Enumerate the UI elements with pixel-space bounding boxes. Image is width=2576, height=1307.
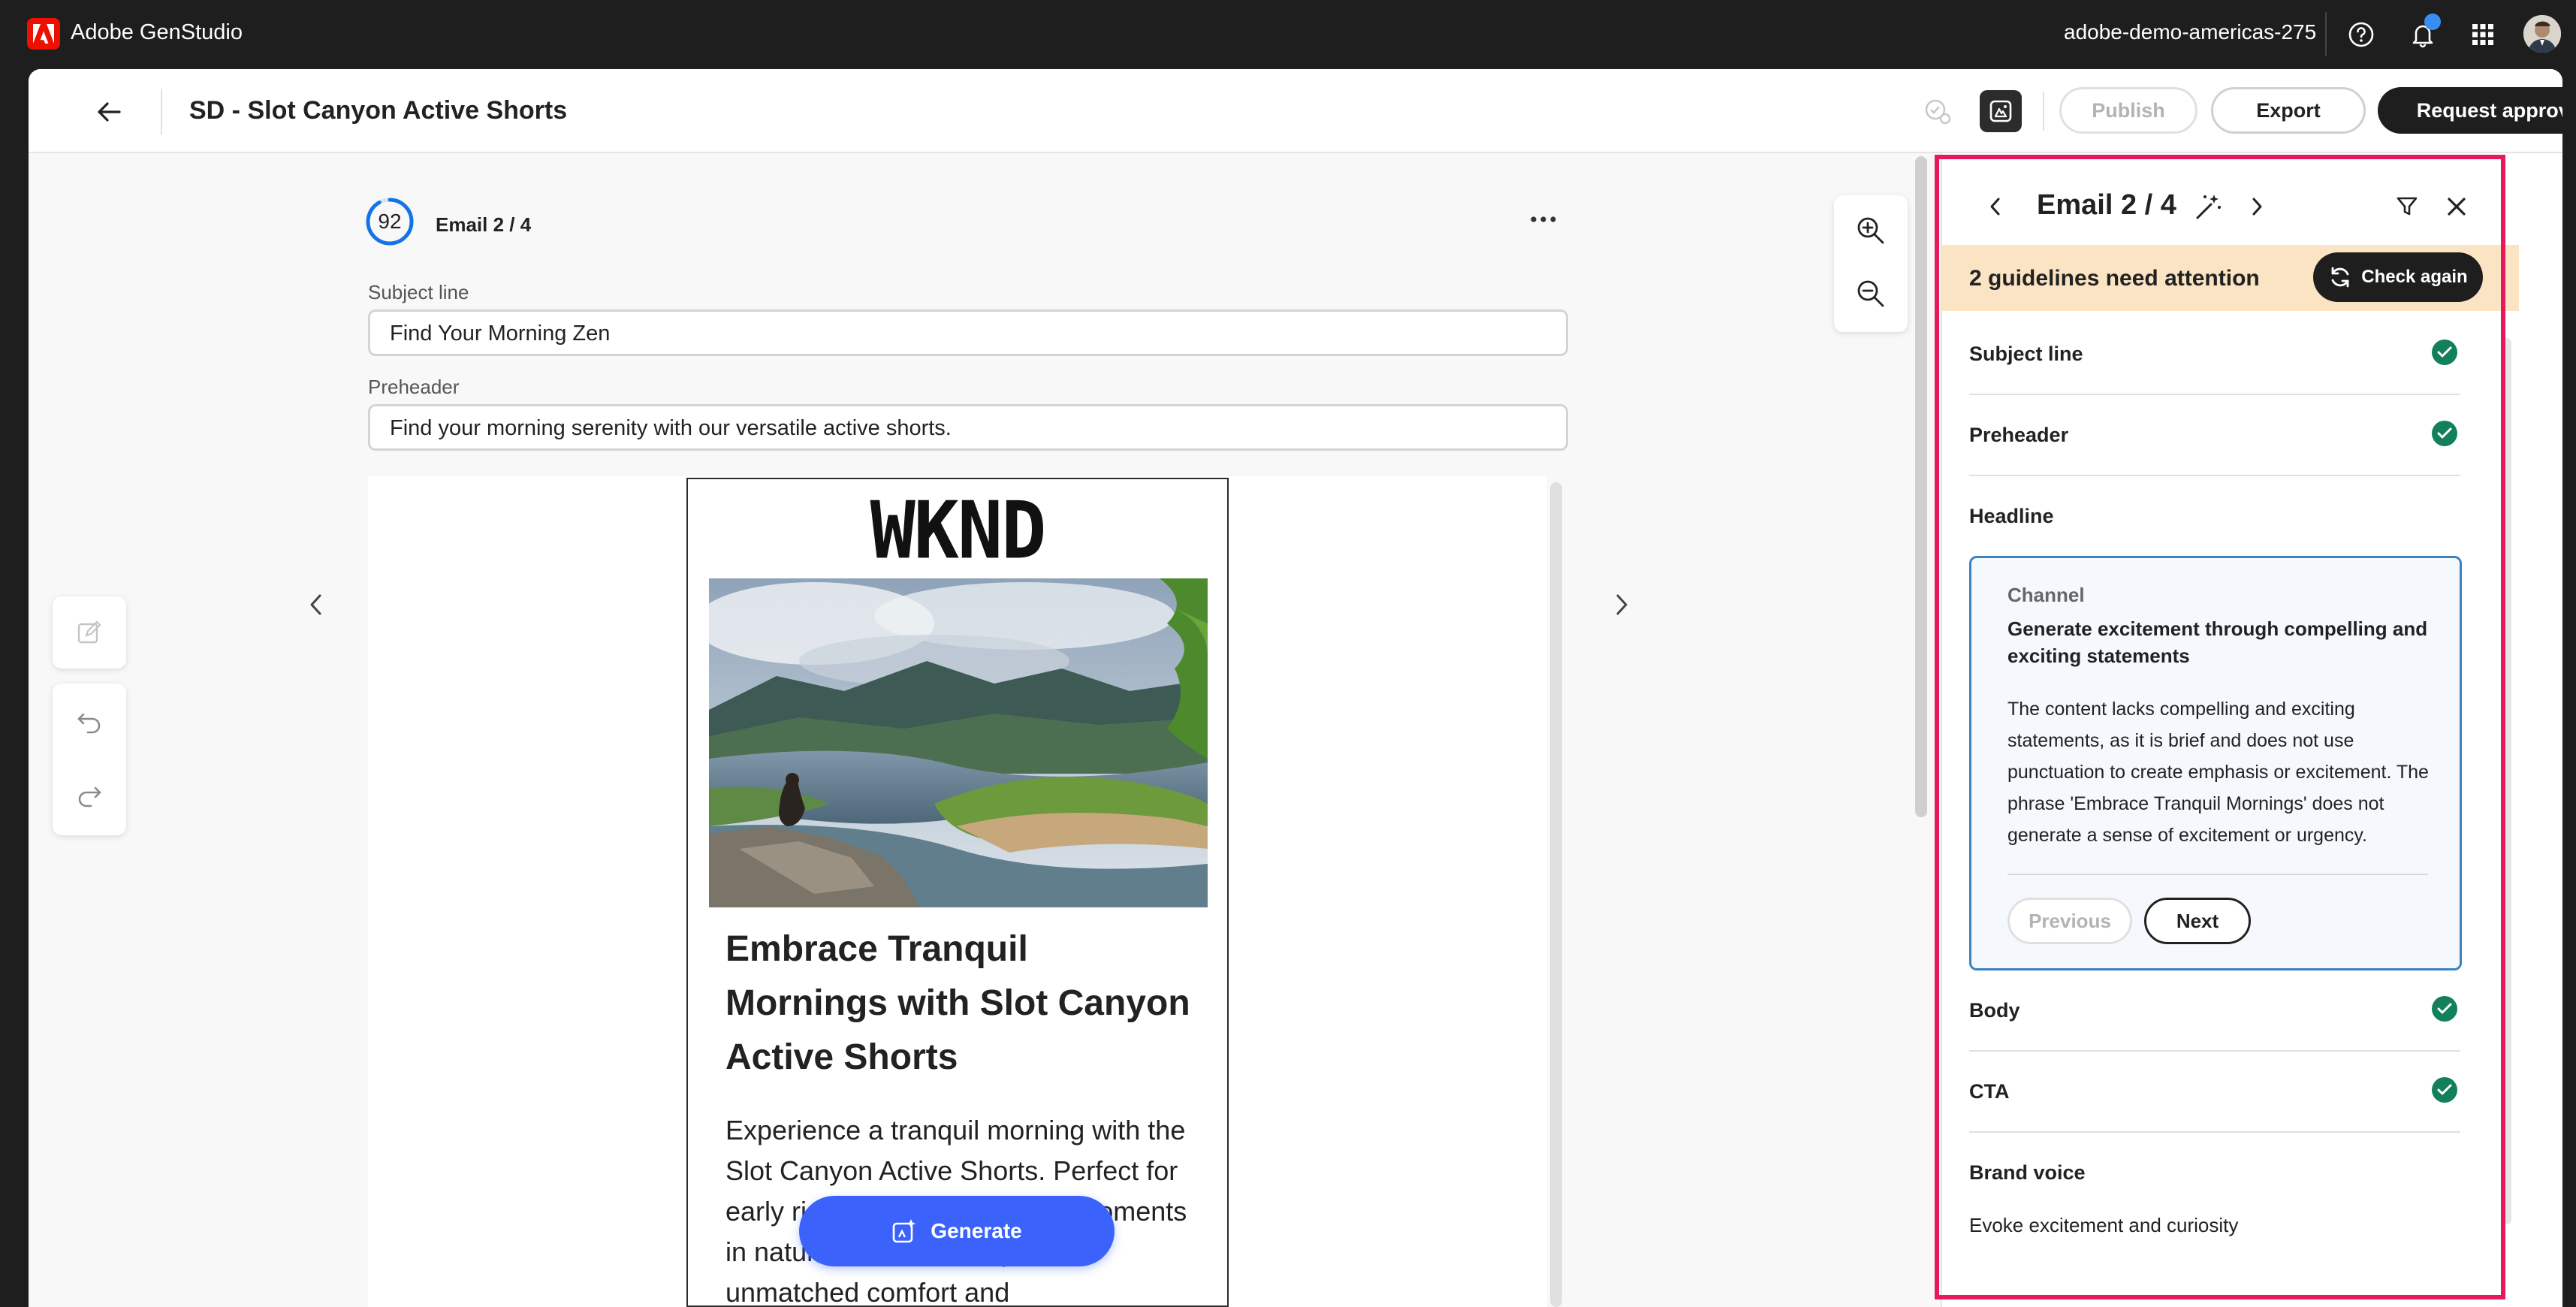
next-variant-arrow-icon[interactable] <box>1603 586 1640 623</box>
generate-sparkle-icon <box>892 1219 916 1243</box>
page-header: SD - Slot Canyon Active Shorts Publish E… <box>29 69 2562 153</box>
guideline-label: Headline <box>1969 505 2054 527</box>
filter-icon[interactable] <box>2388 188 2426 225</box>
apps-grid-icon[interactable] <box>2466 18 2499 51</box>
help-icon[interactable] <box>2345 18 2378 51</box>
user-avatar[interactable] <box>2523 15 2561 53</box>
edit-toolbar <box>53 596 126 669</box>
lake-landscape-image <box>709 578 1208 907</box>
check-again-button[interactable]: Check again <box>2313 252 2483 302</box>
guideline-label: Brand voice <box>1969 1161 2086 1184</box>
check-circle-icon <box>2432 421 2457 446</box>
guideline-title: Generate excitement through compelling a… <box>2007 617 2428 667</box>
check-again-label: Check again <box>2361 267 2468 287</box>
email-headline[interactable]: Embrace Tranquil Mornings with Slot Cany… <box>725 922 1191 1085</box>
guideline-label: Preheader <box>1969 424 2069 446</box>
page-title: SD - Slot Canyon Active Shorts <box>189 96 568 125</box>
request-approval-button[interactable]: Request approval <box>2378 87 2562 134</box>
guideline-row-preheader[interactable]: Preheader <box>1969 395 2460 476</box>
app-name[interactable]: Adobe GenStudio <box>71 20 243 45</box>
export-button[interactable]: Export <box>2211 87 2366 134</box>
org-switcher[interactable]: adobe-demo-americas-275 <box>2064 20 2316 44</box>
generate-label: Generate <box>931 1219 1022 1242</box>
brand-check-icon[interactable] <box>1980 90 2022 132</box>
publish-button[interactable]: Publish <box>2059 87 2197 134</box>
subject-line-input[interactable]: Find Your Morning Zen <box>368 309 1568 356</box>
preview-scrollbar[interactable] <box>1550 482 1562 1307</box>
check-circle-icon <box>2432 340 2457 365</box>
guideline-label: CTA <box>1969 1080 2010 1103</box>
email-index: Email 2 / 4 <box>436 213 532 236</box>
previous-button[interactable]: Previous <box>2007 898 2132 944</box>
adobe-logo-icon[interactable] <box>27 18 60 50</box>
check-circle-icon <box>2432 1077 2457 1103</box>
top-divider <box>2325 12 2327 56</box>
check-circle-icon <box>2432 996 2457 1022</box>
guideline-row-subject-line[interactable]: Subject line <box>1969 314 2460 395</box>
redo-icon[interactable] <box>71 777 108 814</box>
hero-image[interactable] <box>709 578 1208 907</box>
panel-next-arrow-icon[interactable] <box>2238 188 2276 225</box>
zoom-toolbar <box>1834 195 1908 332</box>
preheader-label: Preheader <box>368 376 460 398</box>
sync-status-icon[interactable] <box>1917 90 1959 132</box>
magic-wand-icon[interactable] <box>2190 188 2228 225</box>
guideline-label: Body <box>1969 999 2020 1022</box>
guideline-row-cta[interactable]: CTA <box>1969 1052 2460 1133</box>
guideline-explanation: The content lacks compelling and excitin… <box>2007 699 2429 846</box>
guideline-row-headline[interactable]: Headline <box>1969 476 2460 557</box>
guideline-row-brand-voice[interactable]: Brand voice <box>1969 1133 2460 1214</box>
panel-prev-arrow-icon[interactable] <box>1977 188 2014 225</box>
notification-badge <box>2424 14 2441 30</box>
brand-logo-text: WKND <box>870 484 1047 577</box>
main-scrollbar[interactable] <box>1915 156 1927 817</box>
email-preview[interactable]: WKND Embrace Tranquil Mornings with Slot… <box>686 478 1229 1307</box>
score-value: 92 <box>378 210 402 233</box>
more-options-icon[interactable] <box>1525 204 1562 234</box>
zoom-out-icon[interactable] <box>1852 275 1890 312</box>
undo-icon[interactable] <box>71 703 108 741</box>
guideline-row-body[interactable]: Body <box>1969 970 2460 1052</box>
zoom-in-icon[interactable] <box>1852 212 1890 249</box>
panel-scrollbar[interactable] <box>2501 338 2511 1224</box>
next-button[interactable]: Next <box>2144 898 2251 944</box>
header-divider <box>2043 92 2044 131</box>
panel-title: Email 2 / 4 <box>2037 189 2176 221</box>
subject-line-label: Subject line <box>368 281 469 303</box>
attention-message: 2 guidelines need attention <box>1969 266 2260 291</box>
brand-voice-detail: Evoke excitement and curiosity <box>1969 1214 2239 1236</box>
header-divider <box>161 89 162 135</box>
close-panel-icon[interactable] <box>2438 188 2475 225</box>
top-bar: Adobe GenStudio adobe-demo-americas-275 <box>0 0 2576 69</box>
guideline-label: Subject line <box>1969 343 2083 365</box>
edit-icon[interactable] <box>71 614 108 651</box>
generate-button[interactable]: Generate <box>799 1196 1115 1266</box>
guideline-detail-card: Channel Generate excitement through comp… <box>1969 556 2462 970</box>
back-arrow-icon[interactable] <box>90 93 128 131</box>
guideline-category: Channel <box>2007 584 2085 606</box>
card-divider <box>2007 874 2428 875</box>
history-toolbar <box>53 684 126 835</box>
previous-variant-arrow-icon[interactable] <box>297 586 335 623</box>
refresh-icon <box>2331 267 2349 288</box>
preheader-input[interactable]: Find your morning serenity with our vers… <box>368 404 1568 451</box>
